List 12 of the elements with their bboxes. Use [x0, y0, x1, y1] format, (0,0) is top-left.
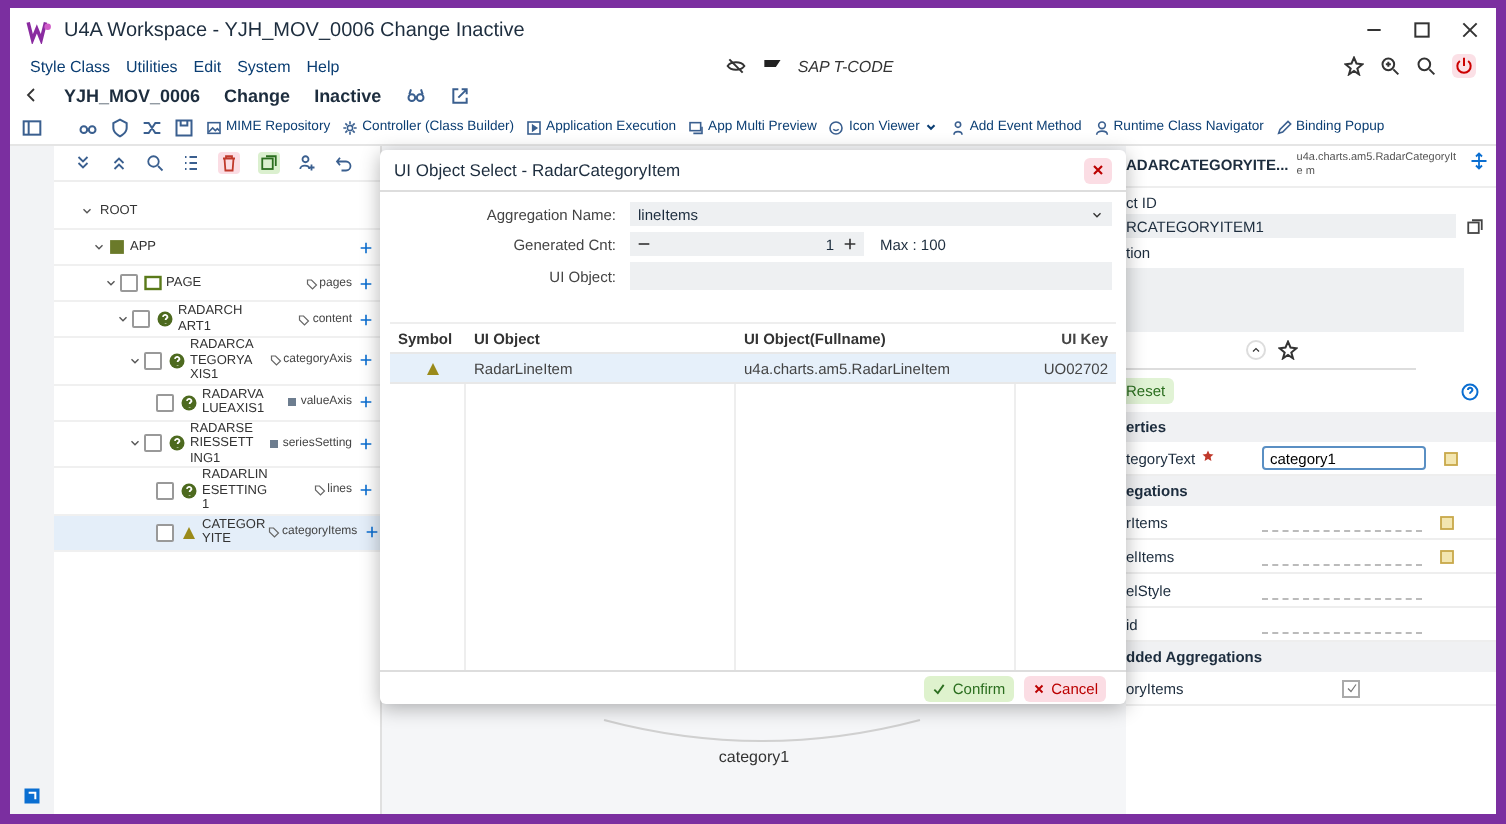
menu-item[interactable]: Style Class: [30, 57, 111, 75]
tcode-field[interactable]: SAP T-CODE: [797, 57, 958, 75]
category-label: category1: [718, 748, 790, 766]
menu-item[interactable]: Edit: [193, 57, 222, 75]
menu-item[interactable]: System: [237, 57, 291, 75]
menu-item[interactable]: Utilities: [126, 57, 178, 75]
mode-label: Change: [224, 85, 291, 105]
window-title: U4A Workspace - YJH_MOV_0006 Change Inactive: [64, 19, 527, 41]
program-name: YJH_MOV_0006: [64, 85, 201, 105]
status-label: Inactive: [314, 85, 382, 105]
menu-item[interactable]: Help: [306, 57, 340, 75]
dialog-title: UI Object Select - RadarCategoryItem: [394, 160, 683, 180]
